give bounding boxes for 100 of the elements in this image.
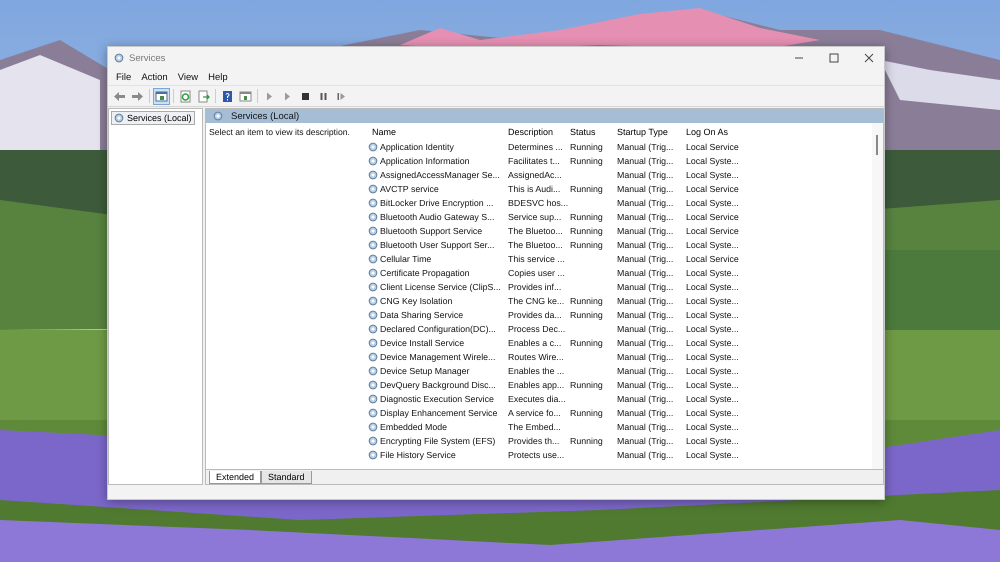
table-cell: Bluetooth Support Service: [380, 226, 482, 236]
table-cell: BitLocker Drive Encryption ...: [380, 198, 494, 208]
table-cell: A service fo...: [508, 408, 561, 418]
column-header[interactable]: Log On As: [682, 126, 742, 138]
table-cell: AssignedAccessManager Se...: [380, 170, 500, 180]
table-cell: Protects use...: [508, 450, 564, 460]
table-cell: Copies user ...: [508, 268, 565, 278]
table-cell: DevQuery Background Disc...: [380, 380, 496, 390]
maximize-icon: [829, 53, 839, 63]
table-cell: Local Syste...: [686, 324, 739, 334]
table-cell: Declared Configuration(DC)...: [380, 324, 496, 334]
table-cell: Manual (Trig...: [617, 282, 674, 292]
table-cell: Manual (Trig...: [617, 352, 674, 362]
table-cell: Local Syste...: [686, 352, 739, 362]
table-cell: Local Syste...: [686, 450, 739, 460]
table-cell: Manual (Trig...: [617, 268, 674, 278]
table-cell: AVCTP service: [380, 184, 439, 194]
gear-icon: [213, 111, 223, 121]
table-cell: Manual (Trig...: [617, 394, 674, 404]
table-cell: Manual (Trig...: [617, 198, 674, 208]
menu-item[interactable]: Help: [204, 70, 232, 84]
table-cell: Local Syste...: [686, 310, 739, 320]
table-cell: Data Sharing Service: [380, 310, 464, 320]
table-cell: File History Service: [380, 450, 456, 460]
table-cell: Device Management Wirele...: [380, 352, 496, 362]
table-cell: Running: [570, 184, 603, 194]
table-cell: Cellular Time: [380, 254, 432, 264]
table-cell: BDESVC hos...: [508, 198, 568, 208]
table-cell: Enables app...: [508, 380, 564, 390]
table-cell: Local Service: [686, 254, 739, 264]
table-cell: Running: [570, 436, 603, 446]
table-cell: Local Service: [686, 142, 739, 152]
menu-item[interactable]: Action: [137, 70, 172, 84]
column-header[interactable]: Description: [504, 126, 566, 138]
table-cell: Bluetooth User Support Ser...: [380, 240, 494, 250]
table-cell: Manual (Trig...: [617, 254, 674, 264]
table-cell: The Bluetoo...: [508, 226, 563, 236]
table-cell: Diagnostic Execution Service: [380, 394, 494, 404]
table-cell: Local Syste...: [686, 366, 739, 376]
table-cell: Manual (Trig...: [617, 184, 674, 194]
table-cell: Manual (Trig...: [617, 212, 674, 222]
table-cell: Determines ...: [508, 142, 563, 152]
menu-item[interactable]: View: [174, 70, 202, 84]
table-cell: Enables a c...: [508, 338, 562, 348]
table-cell: Provides inf...: [508, 282, 562, 292]
column-header[interactable]: Status: [566, 126, 613, 138]
table-cell: Manual (Trig...: [617, 226, 674, 236]
table-cell: Manual (Trig...: [617, 366, 674, 376]
table-cell: Manual (Trig...: [617, 338, 674, 348]
table-cell: Manual (Trig...: [617, 324, 674, 334]
table-cell: Local Service: [686, 184, 739, 194]
table-cell: Manual (Trig...: [617, 296, 674, 306]
table-cell: Device Setup Manager: [380, 366, 470, 376]
pane-title: Services (Local): [231, 110, 300, 122]
table-cell: Device Install Service: [380, 338, 464, 348]
table-cell: Local Syste...: [686, 338, 739, 348]
table-cell: Provides th...: [508, 436, 560, 446]
menu-item[interactable]: File: [112, 70, 136, 84]
table-cell: Manual (Trig...: [617, 422, 674, 432]
table-cell: Running: [570, 338, 603, 348]
table-cell: Local Syste...: [686, 394, 739, 404]
table-cell: Local Syste...: [686, 296, 739, 306]
table-cell: Local Syste...: [686, 170, 739, 180]
table-cell: Manual (Trig...: [617, 436, 674, 446]
table-cell: Manual (Trig...: [617, 408, 674, 418]
table-cell: Local Syste...: [686, 156, 739, 166]
table-cell: Process Dec...: [508, 324, 566, 334]
services-icon: [114, 113, 124, 123]
services-icon: [114, 53, 124, 63]
column-header[interactable]: Startup Type: [613, 126, 682, 138]
table-cell: Local Syste...: [686, 198, 739, 208]
table-cell: CNG Key Isolation: [380, 296, 452, 306]
table-cell: Running: [570, 240, 603, 250]
table-cell: Application Identity: [380, 142, 454, 152]
table-cell: Provides da...: [508, 310, 562, 320]
table-cell: Manual (Trig...: [617, 156, 674, 166]
table-cell: Running: [570, 296, 603, 306]
table-cell: Running: [570, 310, 603, 320]
table-cell: Client License Service (ClipS...: [380, 282, 501, 292]
panel-icon[interactable]: [153, 88, 170, 104]
column-header[interactable]: Name: [368, 126, 504, 138]
table-cell: Manual (Trig...: [617, 310, 674, 320]
description-text: Select an item to view its description.: [208, 126, 351, 139]
table-cell: Local Syste...: [686, 282, 739, 292]
table-cell: Running: [570, 226, 603, 236]
tab[interactable]: Extended: [209, 471, 262, 484]
table-cell: Local Syste...: [686, 436, 739, 446]
table-cell: Local Service: [686, 212, 739, 222]
table-cell: Running: [570, 156, 603, 166]
table-cell: Embedded Mode: [380, 422, 447, 432]
close-icon: [864, 53, 874, 63]
scrollbar[interactable]: [872, 123, 883, 469]
table-cell: Local Syste...: [686, 268, 739, 278]
tree-item[interactable]: Services (Local): [111, 111, 195, 125]
table-cell: AssignedAc...: [508, 170, 562, 180]
tab[interactable]: Standard: [261, 471, 312, 484]
table-cell: Running: [570, 142, 603, 152]
table-cell: Routes Wire...: [508, 352, 564, 362]
table-cell: Running: [570, 380, 603, 390]
table-cell: Local Syste...: [686, 422, 739, 432]
